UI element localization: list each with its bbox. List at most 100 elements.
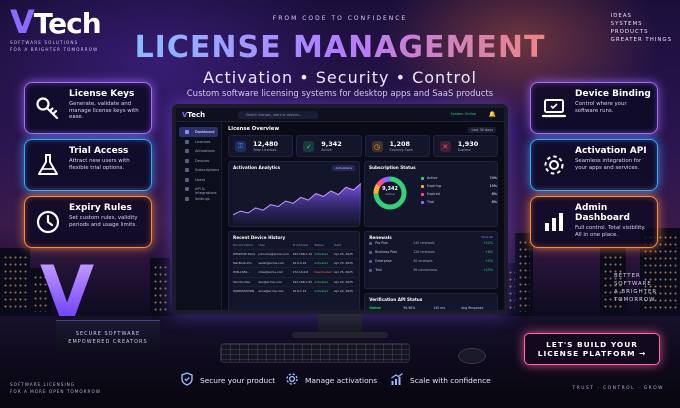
renewals-view-all-link[interactable]: View all	[481, 235, 493, 239]
sidebar-item-settings[interactable]: Settings	[179, 194, 218, 204]
feature-title: Admin Dashboard	[575, 203, 630, 223]
bell-icon[interactable]: 🔔	[489, 111, 496, 118]
feature-card-activation-api[interactable]: Activation API Seamless integration for …	[530, 139, 658, 191]
check-icon: ✓	[303, 141, 315, 152]
v-sculpture: V	[40, 251, 95, 333]
table-row[interactable]: MacBook-Pro sarah@acme.com 10.0.0.24 Activa…	[233, 257, 356, 268]
verify-uptime: 99.98%	[403, 306, 416, 310]
dashboard-search-input[interactable]: Search licenses, users or devices...	[238, 111, 318, 119]
table-row[interactable]: Ubuntu-Dev dev@acme.com 192.168.1.45 Activa…	[233, 276, 356, 287]
corner-item: SYSTEMS	[610, 21, 643, 27]
renewal-row[interactable]: Pro Plan 245 renewals +12%	[369, 241, 493, 249]
renewal-row[interactable]: Business Plan 128 renewals +8%	[369, 250, 493, 258]
stat-value: 1,208	[389, 140, 411, 148]
header-kicker: FROM CODE TO CONFIDENCE	[272, 15, 408, 22]
verify-title: Verification API Status	[369, 297, 423, 302]
feature-text: Attract new users with flexible trial op…	[69, 158, 130, 171]
sidebar-item-licenses[interactable]: Licenses	[179, 137, 218, 147]
dashboard-main: License Overview Last 30 days ⚿ 12,480 T…	[222, 122, 504, 310]
feature-card-admin-dashboard[interactable]: Admin Dashboard Full control. Total visi…	[530, 196, 658, 248]
bottom-feature-secure: Secure your product	[180, 372, 275, 388]
laptop-icon	[539, 93, 569, 123]
verification-api-panel: Verification API Status Online 99.98% 14…	[364, 293, 498, 310]
gear-icon	[539, 150, 569, 180]
feature-text: Set custom rules, validity periods and u…	[69, 215, 138, 228]
gear-icon	[285, 372, 299, 388]
feature-text: Seamless integration for your apps and s…	[575, 158, 642, 171]
device-history-table: Device Name User IP Address Status Date …	[233, 243, 356, 296]
legend-item-expiring: Expiring 10%	[421, 184, 497, 192]
growth-chart-icon	[390, 372, 404, 388]
corner-item: IDEAS	[610, 13, 632, 19]
cta-build-platform-button[interactable]: LET'S BUILD YOUR LICENSE PLATFORM →	[524, 333, 660, 365]
device-history-panel: Recent Device History Device Name User I…	[228, 231, 361, 310]
feature-card-trial-access[interactable]: Trial Access Attract new users with flex…	[24, 139, 152, 191]
side-note: BETTER SOFTWARE A BRIGHTER TOMORROW	[614, 273, 658, 303]
renewal-row[interactable]: Trial 38 conversions +15%	[369, 268, 493, 276]
table-row[interactable]: WIN-1650... mike@acme.com 172.16.0.8 Deacti…	[233, 267, 356, 278]
subscription-status-panel: Subscription Status 9,342 Active Active 74…	[364, 161, 498, 227]
legend-item-expired: Expired 8%	[421, 192, 497, 200]
dashboard-topbar: VTech Search licenses, users or devices.…	[176, 108, 504, 122]
stat-label: Active	[321, 148, 332, 152]
sidebar-item-activations[interactable]: Activations	[179, 146, 218, 156]
feature-text: Generate, validate and manage license ke…	[69, 101, 139, 120]
page-title: LICENSE MANAGEMENT	[0, 30, 680, 65]
footer-left: SOFTWARE LICENSING FOR A MORE OPEN TOMOR…	[10, 382, 101, 394]
dashboard-logo[interactable]: VTech	[182, 111, 205, 119]
sidebar-item-devices[interactable]: Devices	[179, 156, 218, 166]
sidebar-item-users[interactable]: Users	[179, 175, 218, 185]
feature-title: License Keys	[69, 89, 135, 99]
legend-item-active: Active 74%	[421, 176, 497, 184]
renewal-row[interactable]: Enterprise 40 renewals +5%	[369, 259, 493, 267]
bar-chart-icon	[539, 207, 569, 237]
pedestal-text: SECURE SOFTWARE EMPOWERED CREATORS	[68, 331, 148, 345]
corner-item: PRODUCTS	[610, 29, 649, 35]
key-icon: ⚿	[235, 141, 246, 152]
sidebar-item-dashboard[interactable]: Dashboard	[179, 127, 218, 137]
stat-value: 1,930	[457, 140, 479, 148]
feature-card-device-binding[interactable]: Device Binding Control where your softwa…	[530, 82, 658, 134]
stat-label: Expiring Soon	[389, 148, 413, 152]
feature-title: Device Binding	[575, 89, 651, 99]
monitor-stand	[318, 314, 362, 334]
monitor-stand-base	[292, 332, 388, 338]
activation-analytics-panel: Activation Analytics Activations	[228, 161, 361, 227]
sidebar-item-api[interactable]: API & Integrations	[179, 184, 218, 195]
corner-item: GREATER THINGS	[610, 37, 672, 43]
table-row[interactable]: DESKTOP-7GQ1 john.doe@acme.com 192.168.1.1…	[233, 248, 356, 259]
date-range-select[interactable]: Last 30 days	[468, 127, 496, 133]
shield-icon	[180, 372, 194, 388]
bottom-feature-manage: Manage activations	[285, 372, 377, 388]
renewals-title: Renewals	[369, 235, 392, 240]
stat-total-licenses[interactable]: ⚿ 12,480 Total Licenses	[228, 135, 294, 157]
device-history-title: Recent Device History	[233, 235, 286, 240]
subscription-legend: Active 74% Expiring 10% Expired 8% Trial 8%	[421, 176, 497, 208]
stat-active[interactable]: ✓ 9,342 Active	[296, 135, 362, 157]
feature-text: Full control. Total visibility. All in o…	[575, 225, 646, 238]
stat-value: 9,342	[321, 140, 342, 148]
cta-line-1: LET'S BUILD YOUR	[546, 340, 638, 349]
legend-item-trial: Trial 8%	[421, 200, 497, 208]
renewals-panel: Renewals View all Pro Plan 245 renewals +1…	[364, 231, 498, 289]
area-fill	[233, 183, 361, 224]
sidebar-item-subscriptions[interactable]: Subscriptions	[179, 165, 219, 175]
feature-title: Expiry Rules	[69, 203, 132, 213]
clock-icon: ◷	[371, 141, 383, 152]
feature-card-license-keys[interactable]: License Keys Generate, validate and mana…	[24, 82, 152, 134]
key-icon	[33, 93, 63, 123]
dashboard-monitor: VTech Search licenses, users or devices.…	[172, 104, 508, 314]
bottom-feature-scale: Scale with confidence	[390, 372, 491, 388]
system-status: System Online	[450, 112, 476, 116]
stat-expiring[interactable]: ◷ 1,208 Expiring Soon	[364, 135, 430, 157]
table-row[interactable]: WORKSTATION anna@acme.com 10.0.1.12 Activat…	[233, 286, 356, 296]
feature-card-expiry-rules[interactable]: Expiry Rules Set custom rules, validity …	[24, 196, 152, 248]
dashboard-sidebar: Dashboard Licenses Activations Devices S…	[176, 122, 222, 310]
analytics-filter[interactable]: Activations	[332, 165, 356, 171]
footer-right: TRUST · CONTROL · GROW	[572, 386, 664, 391]
stat-label: Total Licenses	[253, 148, 277, 152]
corner-list: IDEAS SYSTEMS PRODUCTS GREATER THINGS	[611, 12, 672, 44]
stat-row: ⚿ 12,480 Total Licenses ✓ 9,342 Active ◷…	[228, 135, 498, 157]
clock-icon	[33, 207, 63, 237]
stat-expired[interactable]: ✕ 1,930 Expired	[432, 135, 498, 157]
